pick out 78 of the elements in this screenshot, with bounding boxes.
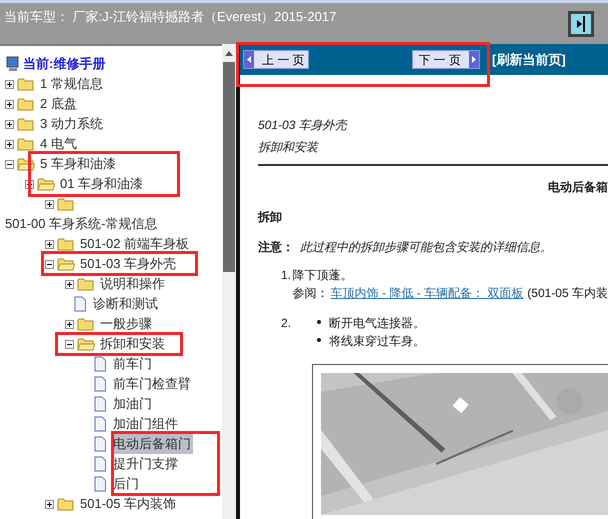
collapse-icon[interactable] (45, 260, 54, 268)
document-icon (93, 476, 107, 492)
document-icon (93, 356, 107, 372)
step-text: 降下顶蓬。 (292, 267, 354, 284)
note-label: 注意： (258, 239, 294, 256)
tree-item[interactable]: 诊断和测试 (91, 294, 160, 314)
tree-item[interactable]: 5 车身和油漆 (38, 154, 118, 174)
refresh-link[interactable]: [刷新当前页] (492, 50, 566, 70)
folder-icon (17, 97, 35, 111)
expand-icon[interactable] (45, 500, 54, 508)
expand-icon[interactable] (65, 320, 74, 328)
folder-icon (17, 137, 35, 151)
computer-icon (6, 56, 20, 72)
document-icon (93, 456, 107, 472)
reference-label: 参阅： (292, 285, 329, 302)
tree-item[interactable]: 说明和操作 (98, 274, 167, 294)
scrollbar[interactable] (222, 44, 236, 519)
tree-item[interactable]: 加油门 (111, 394, 154, 414)
folder-icon (17, 77, 35, 91)
step-number: 2. (281, 315, 292, 332)
folder-icon (57, 237, 75, 251)
open-folder-icon (77, 337, 95, 351)
folder-icon (77, 317, 95, 331)
reference-note: (501-05 车内装 (527, 285, 608, 302)
open-folder-icon (37, 177, 55, 191)
tree-item[interactable]: 拆卸和安装 (98, 334, 167, 354)
expand-icon[interactable] (5, 140, 14, 148)
expand-icon[interactable] (5, 100, 14, 108)
scroll-up-icon[interactable] (225, 50, 233, 56)
tree-item[interactable]: 前车门检查臂 (111, 374, 193, 394)
note-text: 此过程中的拆卸步骤可能包含安装的详细信息。 (300, 239, 552, 256)
toggle-button[interactable] (568, 11, 594, 37)
document-icon (73, 296, 87, 312)
removal-heading: 拆卸 (258, 209, 283, 226)
step-number: 1. (281, 267, 292, 284)
tree-item[interactable]: 一般步骤 (98, 314, 154, 334)
prev-page-button[interactable]: 上 一 页 (243, 50, 309, 69)
section-subtitle: 拆卸和安装 (258, 139, 320, 156)
expand-icon[interactable] (5, 120, 14, 128)
step-bullet: 将线束穿过车身。 (317, 332, 425, 350)
tree-item[interactable]: 501-05 车内装饰 (78, 494, 178, 514)
reference-link[interactable]: 车顶内饰 - 降低 - 车辆配备： 双面板 (330, 284, 524, 302)
expand-icon[interactable] (45, 200, 54, 208)
tree-root-label: 当前:维修手册 (23, 55, 106, 74)
document-icon (93, 376, 107, 392)
section-title: 501-03 车身外壳 (258, 117, 348, 134)
tree-item[interactable]: 01 车身和油漆 (58, 174, 146, 194)
next-page-button[interactable]: 下 一 页 (412, 50, 480, 69)
folder-icon (57, 197, 75, 211)
folder-icon (17, 117, 35, 131)
collapse-icon[interactable] (5, 160, 14, 168)
collapse-icon[interactable] (65, 340, 74, 348)
expand-icon[interactable] (65, 280, 74, 288)
tree-item[interactable]: 501-00 车身系统-常规信息 (5, 214, 158, 234)
open-folder-icon (57, 257, 75, 271)
document-icon (93, 396, 107, 412)
step-bullet: 断开电气连接器。 (317, 314, 425, 332)
tree-item[interactable]: 电动后备箱门 (111, 434, 193, 454)
pane-toggle-icon (571, 14, 591, 34)
tree-item[interactable]: 提升门支撑 (111, 454, 180, 474)
document-icon (93, 436, 107, 452)
document-icon (93, 416, 107, 432)
tree-item[interactable]: 3 动力系统 (38, 114, 105, 134)
tree-item[interactable]: 后门 (111, 474, 141, 494)
tree-item[interactable]: 2 底盘 (38, 94, 79, 114)
window-title: 当前车型： 厂家:J-江铃福特撼路者（Everest）2015-2017 (4, 8, 336, 26)
tree-item[interactable]: 1 常规信息 (38, 74, 105, 94)
page-heading: 电动后备箱 (548, 179, 608, 196)
tree-item[interactable]: 前车门 (111, 354, 154, 374)
scrollbar-thumb[interactable] (223, 62, 235, 272)
expand-icon[interactable] (45, 240, 54, 248)
folder-icon (77, 277, 95, 291)
tree-item[interactable]: 加油门组件 (111, 414, 180, 434)
expand-icon[interactable] (5, 80, 14, 88)
tree-item[interactable]: 501-02 前端车身板 (78, 234, 192, 254)
folder-icon (57, 497, 75, 511)
tree-item[interactable]: 4 电气 (38, 134, 79, 154)
tree-item[interactable]: 501-03 车身外壳 (78, 254, 178, 274)
